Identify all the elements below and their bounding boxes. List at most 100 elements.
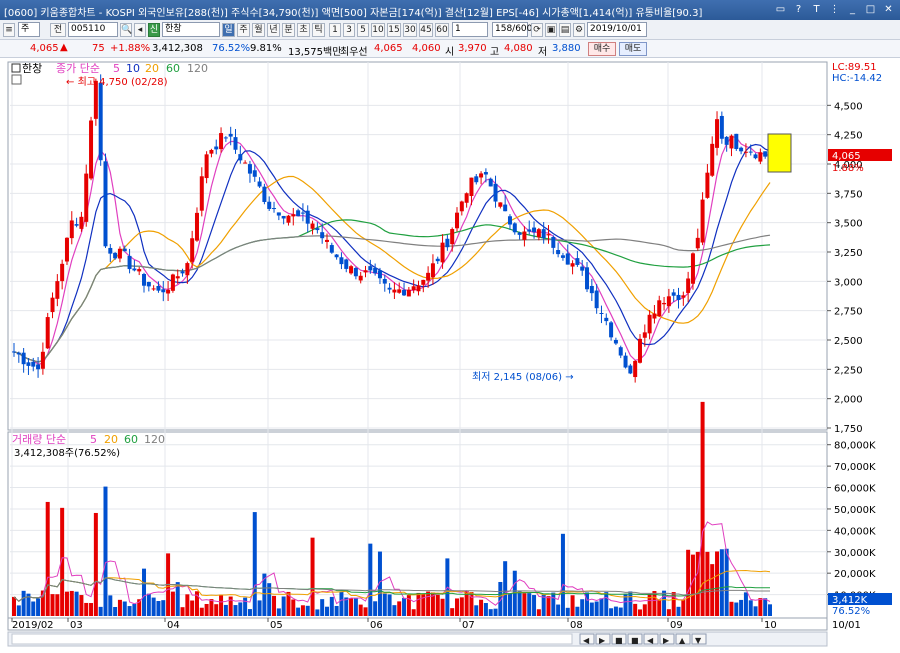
- candle: [671, 292, 676, 296]
- candle: [272, 208, 277, 210]
- sell-button[interactable]: 매도: [619, 42, 647, 56]
- minute-30-button[interactable]: 30: [403, 23, 417, 37]
- candle: [633, 360, 638, 378]
- candle: [719, 115, 724, 139]
- period-tick-button[interactable]: 틱: [312, 23, 325, 37]
- candle: [613, 339, 618, 344]
- volume-bar: [402, 597, 407, 616]
- volume-bar: [768, 604, 772, 616]
- minute-1-button[interactable]: 1: [329, 23, 341, 37]
- candle: [161, 289, 166, 293]
- volume-bar: [637, 609, 642, 616]
- volume-bar: [74, 591, 79, 616]
- market-select[interactable]: 주: [18, 22, 40, 37]
- low-annotation: 최저 2,145 (08/06) →: [472, 371, 574, 383]
- buy-button[interactable]: 매수: [588, 42, 616, 56]
- quote-low: 3,880: [552, 43, 581, 54]
- help-icon[interactable]: ?: [791, 2, 806, 17]
- volume-bar: [715, 551, 720, 616]
- x-tick-label: 09: [670, 620, 683, 631]
- period-week-button[interactable]: 주: [237, 23, 250, 37]
- candle: [507, 216, 512, 225]
- volume-bar: [84, 602, 89, 616]
- volume-bar: [532, 595, 537, 616]
- volume-bar: [93, 512, 98, 616]
- search-icon[interactable]: 🔍: [120, 23, 132, 37]
- period-day-button[interactable]: 일: [222, 23, 235, 37]
- candle: [151, 288, 156, 290]
- price-volume-chart[interactable]: 한창 종가 단순 5 10 20 60 120 ← 최고 4,750 (02/2…: [0, 58, 900, 650]
- period-year-button[interactable]: 년: [267, 23, 280, 37]
- volume-bar: [479, 599, 484, 616]
- refresh-icon[interactable]: ⟳: [531, 23, 543, 37]
- volume-tick-label: 50,000K: [834, 505, 876, 516]
- count-input[interactable]: 158/600: [492, 22, 532, 37]
- volume-bar: [339, 591, 344, 616]
- hc-label: HC:-14.42: [832, 73, 882, 84]
- volume-bar: [729, 601, 734, 616]
- menu-icon[interactable]: ≡: [3, 23, 15, 37]
- volume-bar: [175, 582, 180, 616]
- save-icon[interactable]: ▣: [545, 23, 557, 37]
- restore-icon[interactable]: ▭: [773, 2, 788, 17]
- candle: [522, 231, 527, 240]
- candle: [695, 237, 700, 249]
- pin-icon[interactable]: T: [809, 2, 824, 17]
- name-input[interactable]: 한창: [162, 22, 220, 37]
- vol-ma5-legend: 5: [90, 433, 97, 446]
- volume-bar: [151, 597, 156, 616]
- period-second-button[interactable]: 초: [297, 23, 310, 37]
- volume-bar: [743, 592, 748, 616]
- candle: [426, 272, 431, 281]
- candle: [344, 259, 349, 269]
- candle: [79, 216, 84, 229]
- date-input[interactable]: 2019/10/01: [587, 22, 647, 37]
- candle: [594, 290, 599, 309]
- volume-bar: [556, 604, 561, 616]
- candle: [498, 202, 503, 207]
- minute-3-button[interactable]: 3: [343, 23, 355, 37]
- period-minute-button[interactable]: 분: [282, 23, 295, 37]
- candle: [74, 224, 79, 226]
- volume-bar: [12, 596, 16, 616]
- quote-open: 3,970: [458, 43, 487, 54]
- volume-bar: [551, 592, 556, 616]
- volume-bar: [628, 591, 633, 616]
- scroll-track[interactable]: [11, 633, 573, 645]
- candle: [469, 177, 474, 197]
- candle: [267, 201, 272, 209]
- minute-5-button[interactable]: 5: [357, 23, 369, 37]
- candle: [503, 204, 508, 212]
- volume-bar: [686, 549, 691, 616]
- minimize-icon[interactable]: _: [845, 2, 860, 17]
- prev-code-icon[interactable]: ◂: [134, 23, 146, 37]
- volume-bar: [758, 598, 763, 616]
- minute-15-button[interactable]: 15: [387, 23, 401, 37]
- volume-bar: [233, 605, 238, 616]
- candle: [89, 120, 94, 179]
- candle: [637, 338, 642, 363]
- period-month-button[interactable]: 월: [252, 23, 265, 37]
- close-icon[interactable]: ✕: [881, 2, 896, 17]
- interval-input[interactable]: 1: [452, 22, 488, 37]
- minute-10-button[interactable]: 10: [371, 23, 385, 37]
- prev-button[interactable]: 전: [50, 23, 66, 37]
- minute-45-button[interactable]: 45: [419, 23, 433, 37]
- volume-bar: [536, 609, 541, 616]
- candle: [190, 238, 195, 262]
- code-input[interactable]: 005110: [68, 22, 118, 37]
- settings-icon[interactable]: ⚙: [573, 23, 585, 37]
- chart-area[interactable]: 한창 종가 단순 5 10 20 60 120 ← 최고 4,750 (02/2…: [0, 58, 900, 650]
- volume-bar: [426, 591, 431, 616]
- candle: [421, 279, 426, 285]
- stock-name-label: 한창: [22, 62, 42, 75]
- minute-60-button[interactable]: 60: [435, 23, 449, 37]
- candle: [623, 355, 628, 368]
- tile-icon[interactable]: ⋮: [827, 2, 842, 17]
- x-tick-label: 03: [70, 620, 83, 631]
- current-volume-k: 3,412K: [832, 595, 868, 606]
- candle: [349, 266, 354, 274]
- print-icon[interactable]: ▤: [559, 23, 571, 37]
- scroll-button-glyph: ■: [631, 636, 639, 645]
- maximize-icon[interactable]: □: [863, 2, 878, 17]
